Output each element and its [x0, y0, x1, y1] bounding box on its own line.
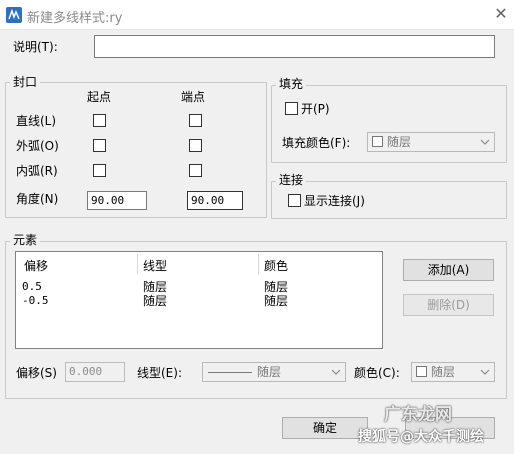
color-select[interactable]: 随层 — [411, 362, 495, 382]
color-swatch-icon — [372, 136, 383, 147]
ok-button[interactable]: 确定 — [282, 417, 368, 439]
offset-label: 偏移(S) — [16, 366, 57, 380]
column-header-offset[interactable]: 偏移 — [24, 259, 48, 273]
linetype-select[interactable]: 随层 — [202, 362, 346, 382]
cap-inner-arc-end-checkbox[interactable] — [189, 164, 202, 177]
color-swatch-icon — [416, 366, 427, 377]
table-row[interactable]: 0.5 随层 随层 — [16, 279, 382, 294]
table-row[interactable]: -0.5 随层 随层 — [16, 293, 382, 308]
elements-group-title: 元素 — [10, 233, 41, 247]
cap-line-start-checkbox[interactable] — [93, 114, 106, 127]
fill-color-label: 填充颜色(F): — [282, 136, 351, 150]
cap-line-end-checkbox[interactable] — [189, 114, 202, 127]
row-color: 随层 — [264, 294, 289, 308]
row-color: 随层 — [264, 280, 289, 294]
row-offset: -0.5 — [22, 294, 49, 307]
elements-list[interactable]: 偏移 线型 颜色 0.5 随层 随层 -0.5 随层 随层 — [15, 251, 383, 349]
color-label: 颜色(C): — [354, 366, 400, 380]
fill-on-checkbox[interactable] — [285, 102, 298, 115]
column-separator — [258, 254, 259, 274]
fill-color-value: 随层 — [372, 135, 411, 149]
cap-outer-arc-end-checkbox[interactable] — [189, 139, 202, 152]
caps-col-end: 端点 — [181, 90, 206, 104]
cap-inner-arc-label: 内弧(R) — [16, 164, 58, 178]
cap-angle-start-input[interactable]: 90.00 — [87, 191, 147, 210]
linetype-value: 随层 — [257, 365, 282, 379]
linetype-label: 线型(E): — [137, 366, 182, 380]
cap-angle-label: 角度(N) — [16, 192, 59, 206]
watermark-text: 搜狐号@大众千测绘 — [358, 429, 484, 445]
column-header-linetype[interactable]: 线型 — [143, 259, 167, 273]
color-value: 随层 — [416, 365, 455, 379]
cap-angle-end-input[interactable]: 90.00 — [187, 191, 243, 210]
add-button[interactable]: 添加(A) — [403, 259, 494, 281]
connect-group-title: 连接 — [276, 173, 307, 187]
watermark-logo-text: 广东龙网 — [384, 405, 452, 425]
caps-group-title: 封口 — [10, 75, 41, 89]
column-separator — [137, 254, 138, 274]
app-icon — [6, 7, 22, 23]
description-label: 说明(T): — [13, 40, 58, 54]
close-icon[interactable]: ✕ — [492, 4, 510, 24]
cap-outer-arc-label: 外弧(O) — [16, 139, 59, 153]
fill-group-title: 填充 — [276, 77, 307, 91]
row-offset: 0.5 — [22, 280, 42, 293]
column-header-color[interactable]: 颜色 — [264, 259, 288, 273]
delete-button[interactable]: 删除(D) — [403, 294, 494, 316]
row-linetype: 随层 — [143, 280, 168, 294]
fill-on-label: 开(P) — [301, 102, 330, 116]
cap-line-label: 直线(L) — [16, 114, 57, 128]
row-linetype: 随层 — [143, 294, 168, 308]
show-connect-label: 显示连接(J) — [304, 194, 365, 208]
chevron-down-icon — [331, 365, 341, 379]
chevron-down-icon — [480, 365, 490, 379]
offset-input[interactable]: 0.000 — [65, 362, 125, 382]
chevron-down-icon — [480, 135, 490, 149]
cap-inner-arc-start-checkbox[interactable] — [93, 164, 106, 177]
window-title: 新建多线样式:ry — [27, 11, 123, 26]
linetype-sample-line — [208, 372, 252, 373]
show-connect-checkbox[interactable] — [288, 194, 301, 207]
description-input[interactable] — [94, 35, 495, 58]
caps-col-start: 起点 — [87, 90, 112, 104]
cap-outer-arc-start-checkbox[interactable] — [93, 139, 106, 152]
fill-color-select[interactable]: 随层 — [367, 132, 495, 152]
